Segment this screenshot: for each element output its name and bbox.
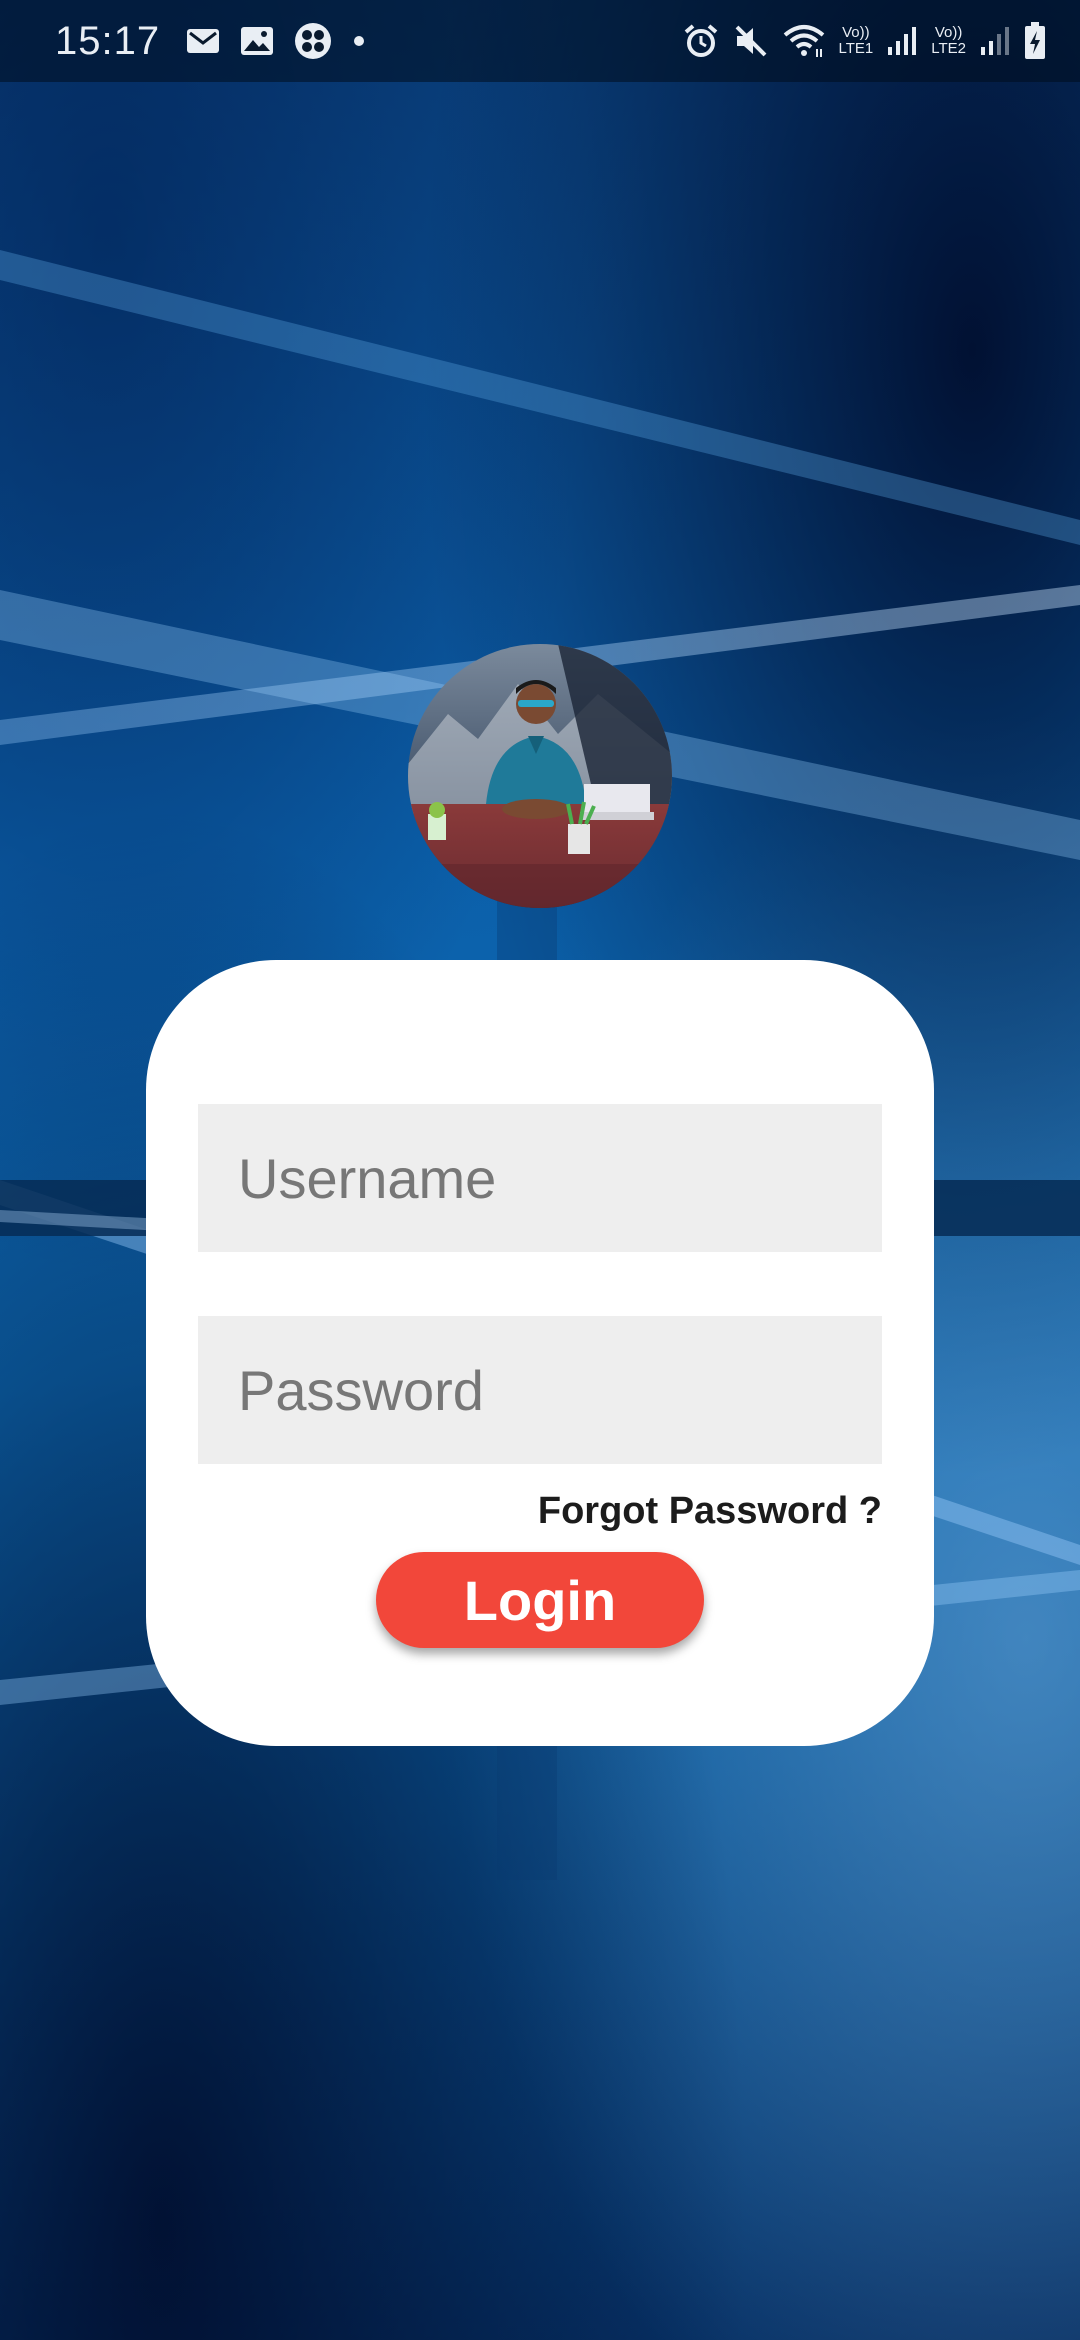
- status-right-group: Vo)) LTE1 Vo)) LTE2: [683, 22, 1047, 60]
- sim2-indicator: Vo)) LTE2: [931, 25, 966, 57]
- sim1-indicator: Vo)) LTE1: [839, 25, 874, 57]
- sim2-volte-label: Vo)): [934, 24, 963, 41]
- gmail-icon: [186, 27, 220, 55]
- battery-charging-icon: [1024, 22, 1046, 60]
- status-bar: 15:17 Vo)) LTE1 Vo)) LTE2: [0, 0, 1080, 82]
- sim1-network-label: LTE1: [838, 40, 874, 57]
- login-card: Forgot Password ? Login: [146, 960, 934, 1746]
- forgot-password-link[interactable]: Forgot Password ?: [538, 1490, 882, 1533]
- signal-lte1-icon: [887, 25, 917, 57]
- mute-icon: [733, 23, 769, 59]
- username-input[interactable]: [198, 1104, 882, 1252]
- password-input[interactable]: [198, 1316, 882, 1464]
- profile-photo: [408, 644, 672, 908]
- sim1-volte-label: Vo)): [842, 24, 870, 41]
- wifi-icon: [783, 23, 825, 59]
- gallery-icon: [240, 26, 274, 56]
- signal-lte2-icon: [980, 25, 1010, 57]
- alarm-icon: [683, 23, 719, 59]
- sim2-network-label: LTE2: [931, 40, 966, 57]
- notification-dot-icon: [352, 34, 366, 48]
- status-left-group: 15:17: [55, 19, 366, 64]
- status-time: 15:17: [55, 18, 161, 63]
- app-grid-icon: [294, 22, 332, 60]
- profile-avatar: [408, 644, 672, 908]
- login-button[interactable]: Login: [376, 1552, 704, 1648]
